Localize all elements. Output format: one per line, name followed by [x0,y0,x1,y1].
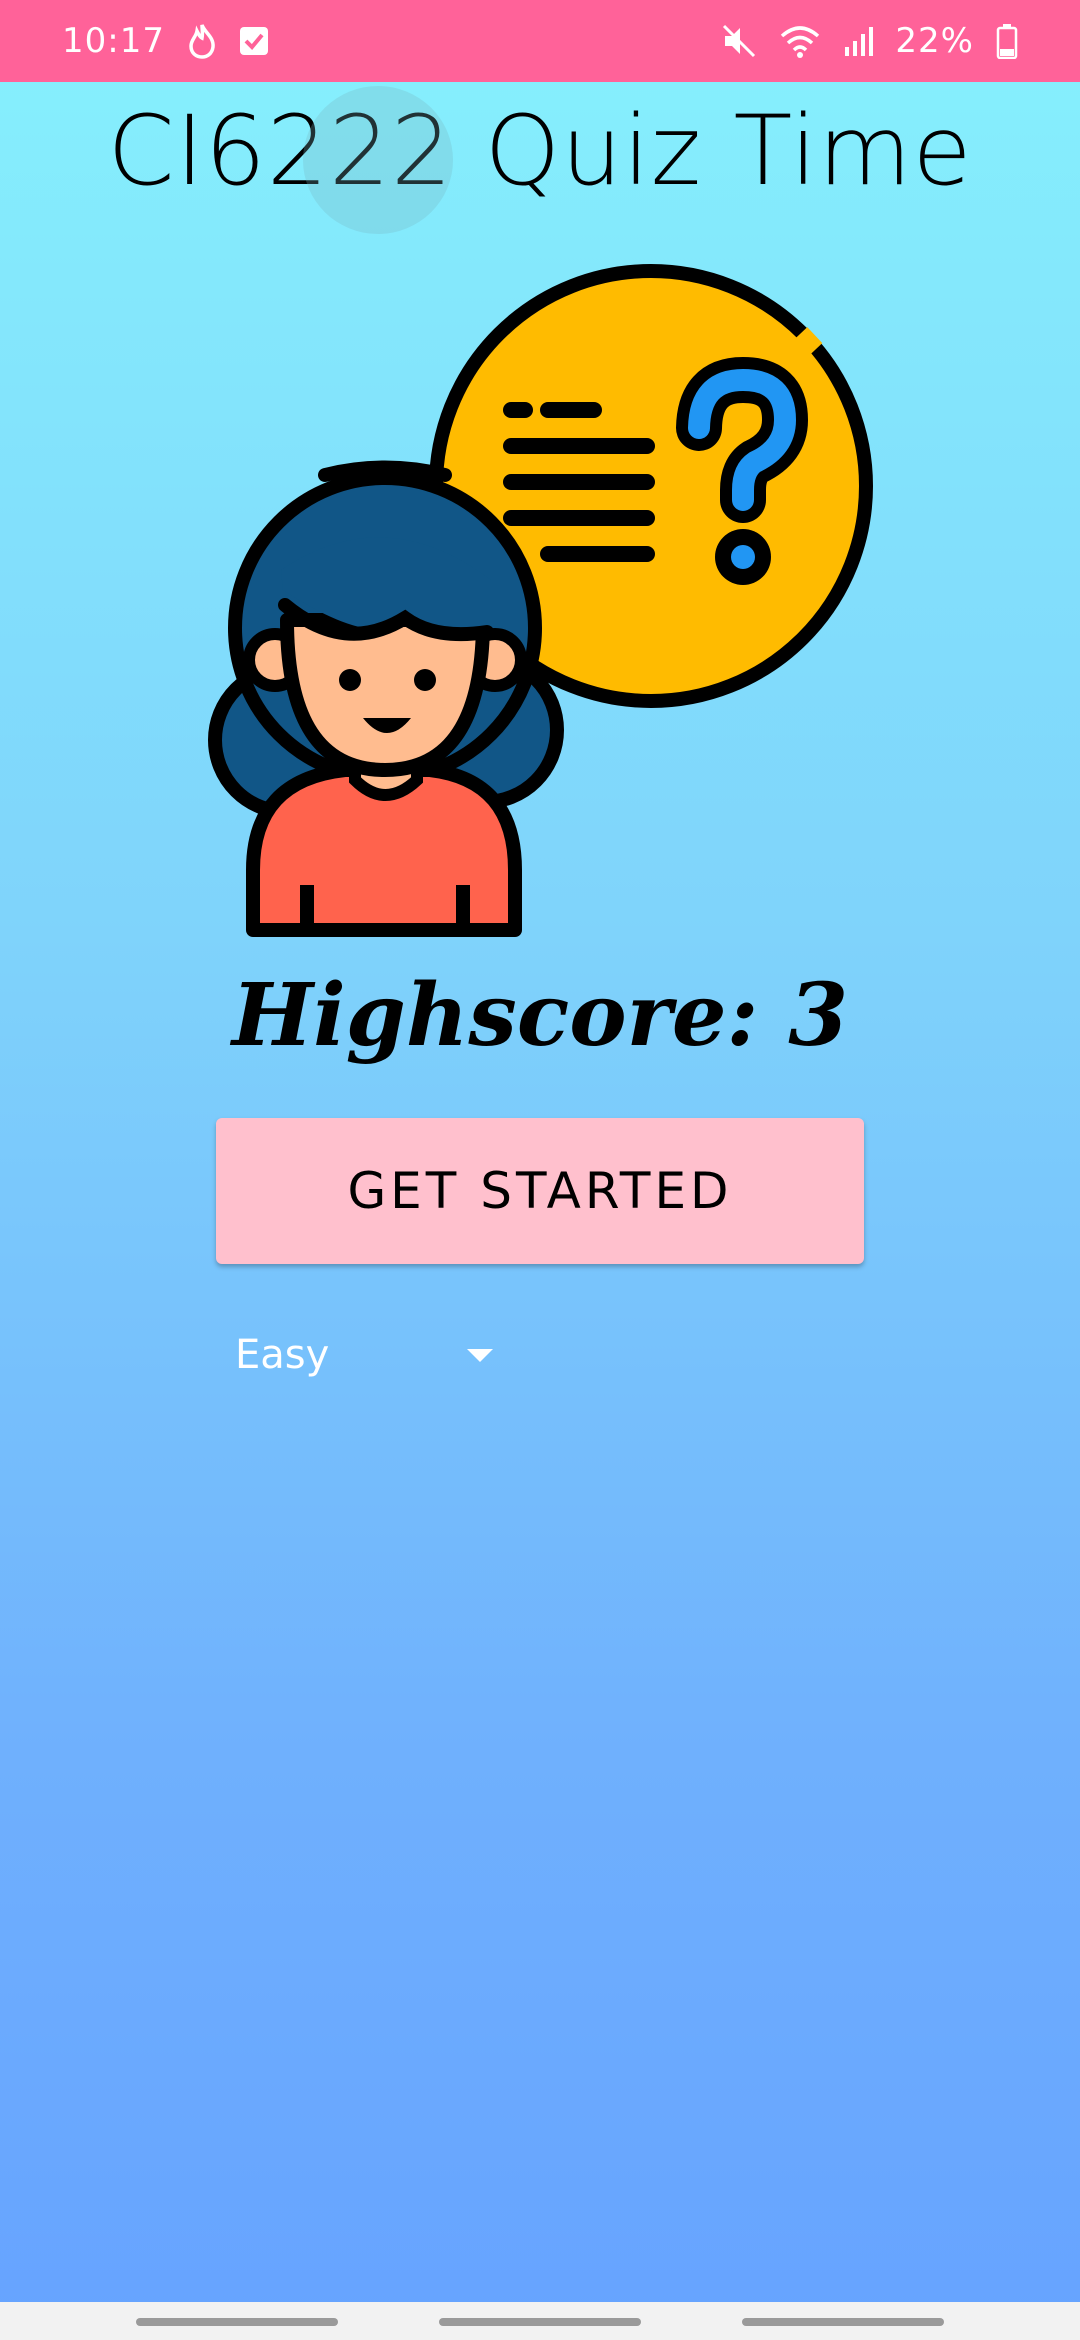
highscore-label: Highscore: [231,965,759,1066]
touch-ripple-overlay [303,86,453,234]
gesture-navigation-bar [0,2302,1080,2340]
checkbox-icon [239,26,269,56]
difficulty-selected: Easy [235,1332,330,1378]
status-bar-left: 10:17 [62,21,269,61]
battery-icon [996,23,1018,59]
girl-avatar-icon [208,460,564,937]
status-bar: 10:17 22% [0,0,1080,82]
dropdown-arrow-icon [465,1347,495,1363]
get-started-button[interactable]: GET STARTED [216,1118,864,1264]
battery-percent: 22% [895,21,974,61]
highscore-text: Highscore: 3 [0,965,1080,1066]
status-bar-right: 22% [721,21,1018,61]
app-title: CI6222 Quiz Time [107,95,973,207]
signal-icon [843,25,874,57]
nav-home-handle[interactable] [439,2318,641,2326]
quiz-illustration [195,250,895,950]
nav-back-handle[interactable] [136,2318,338,2326]
status-time: 10:17 [62,21,165,61]
flame-icon [187,23,217,59]
wifi-icon [779,24,821,58]
mute-icon [721,23,757,59]
difficulty-dropdown[interactable]: Easy [235,1325,495,1385]
nav-recents-handle[interactable] [742,2318,944,2326]
highscore-value: 3 [788,965,849,1066]
